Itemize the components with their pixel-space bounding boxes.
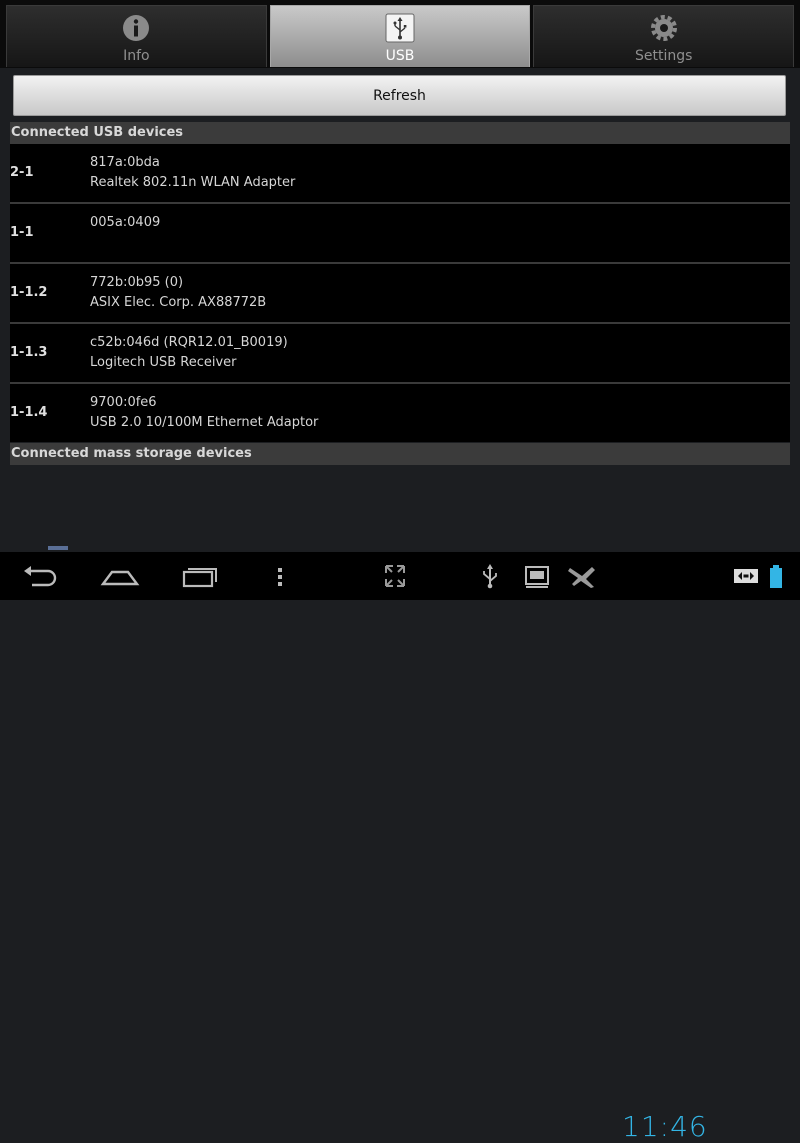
network-icon <box>732 562 760 590</box>
tab-usb-label: USB <box>385 48 415 64</box>
list-item[interactable]: 1-1.3 c52b:046d (RQR12.01_B0019) Logitec… <box>10 324 790 384</box>
menu-icon[interactable] <box>262 562 298 590</box>
device-port: 1-1.4 <box>10 405 48 420</box>
device-port: 1-1.3 <box>10 345 48 360</box>
tab-settings[interactable]: Settings <box>533 5 795 67</box>
list-item[interactable]: 1-1.4 9700:0fe6 USB 2.0 10/100M Ethernet… <box>10 384 790 442</box>
tab-info[interactable]: Info <box>6 5 267 67</box>
usb-devices-header: Connected USB devices <box>10 122 790 144</box>
home-icon[interactable] <box>100 562 140 590</box>
tab-info-label: Info <box>123 48 150 64</box>
airplane-mode-icon <box>566 562 600 590</box>
usb-icon <box>385 13 415 43</box>
system-navigation-bar: 11:46 <box>0 552 800 1143</box>
list-item[interactable]: 1-1.2 772b:0b95 (0) ASIX Elec. Corp. AX8… <box>10 264 790 324</box>
battery-icon <box>766 562 786 590</box>
device-ids: c52b:046d (RQR12.01_B0019) <box>90 335 288 350</box>
usb-status-icon <box>475 562 505 590</box>
device-ids: 9700:0fe6 <box>90 395 157 410</box>
usb-device-list: 2-1 817a:0bda Realtek 802.11n WLAN Adapt… <box>10 144 790 444</box>
device-port: 1-1.2 <box>10 285 48 300</box>
tab-bar: Info USB Settings <box>0 0 800 68</box>
device-ids: 817a:0bda <box>90 155 160 170</box>
list-item[interactable]: 1-1 005a:0409 <box>10 204 790 264</box>
back-icon[interactable] <box>20 562 60 590</box>
device-ids: 005a:0409 <box>90 215 161 230</box>
device-ids: 772b:0b95 (0) <box>90 275 184 290</box>
device-name: USB 2.0 10/100M Ethernet Adaptor <box>90 415 319 430</box>
settings-icon <box>650 15 677 41</box>
mass-storage-header: Connected mass storage devices <box>10 443 790 465</box>
info-icon <box>123 15 150 41</box>
refresh-button[interactable]: Refresh <box>13 75 786 116</box>
device-port: 1-1 <box>10 225 34 240</box>
device-name: ASIX Elec. Corp. AX88772B <box>90 295 267 310</box>
device-name: Realtek 802.11n WLAN Adapter <box>90 175 296 190</box>
fullscreen-icon[interactable] <box>375 562 415 590</box>
tab-settings-label: Settings <box>634 48 693 64</box>
recent-apps-icon[interactable] <box>180 562 220 590</box>
notification-snippet <box>48 546 68 550</box>
status-clock: 11:46 <box>622 1110 708 1143</box>
list-item[interactable]: 2-1 817a:0bda Realtek 802.11n WLAN Adapt… <box>10 144 790 204</box>
device-port: 2-1 <box>10 165 34 180</box>
tab-usb[interactable]: USB <box>269 5 531 67</box>
device-name: Logitech USB Receiver <box>90 355 237 370</box>
screenshot-icon <box>522 562 552 590</box>
